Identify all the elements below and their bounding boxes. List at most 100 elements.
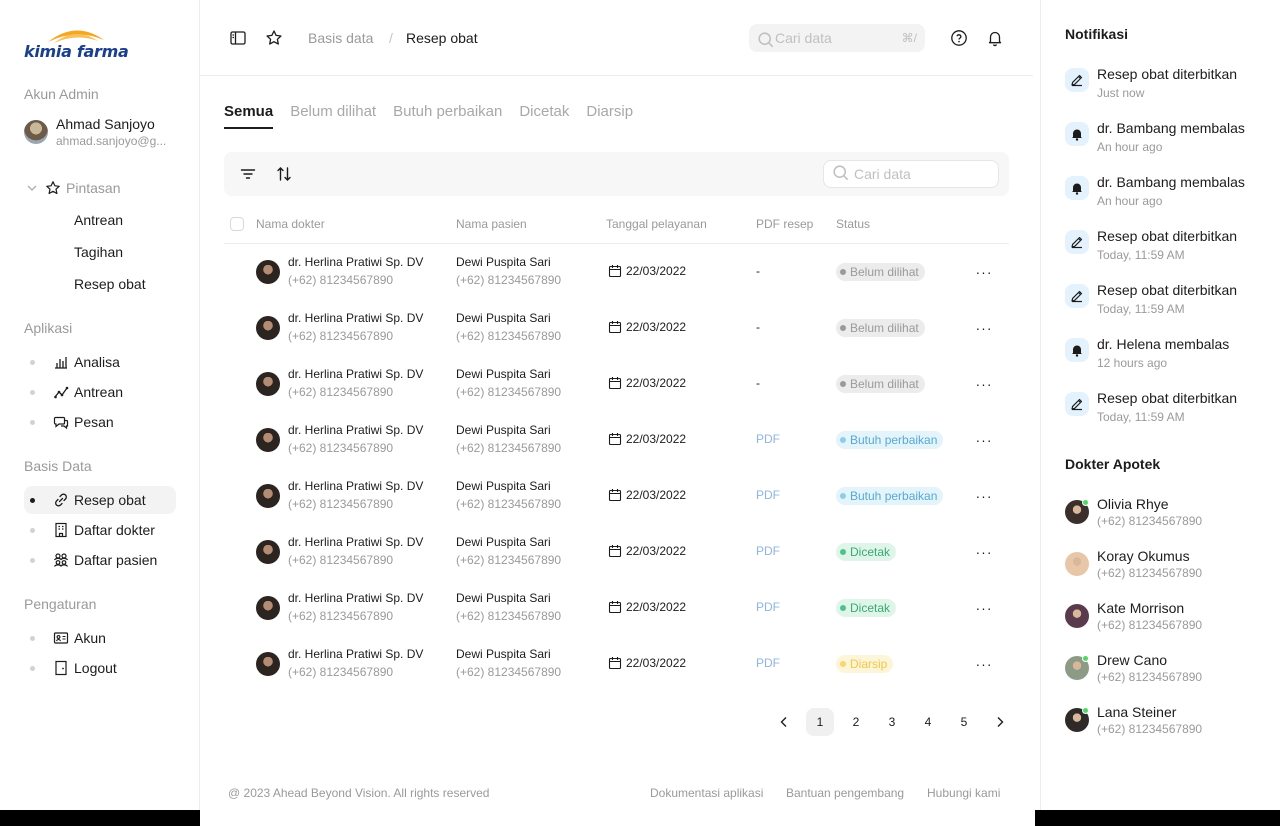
column-header-doctor[interactable]: Nama dokter (256, 217, 325, 231)
table-row[interactable]: dr. Herlina Pratiwi Sp. DV (+62) 81234567… (224, 300, 1009, 356)
global-search-input[interactable] (775, 30, 895, 46)
favorite-star-icon[interactable] (264, 28, 284, 48)
tab-butuh-perbaikan[interactable]: Butuh perbaikan (393, 103, 502, 127)
tab-dicetak[interactable]: Dicetak (519, 103, 569, 127)
sidebar-toggle-icon[interactable] (228, 28, 248, 48)
pdf-link[interactable]: PDF (756, 656, 780, 670)
table-row[interactable]: dr. Herlina Pratiwi Sp. DV (+62) 81234567… (224, 412, 1009, 468)
sidebar-item-daftar-dokter[interactable]: Daftar dokter (24, 516, 176, 544)
notifications-title: Notifikasi (1065, 26, 1129, 42)
pdf-link[interactable]: PDF (756, 432, 780, 446)
calendar-icon (608, 600, 626, 614)
pdf-link[interactable]: PDF (756, 600, 780, 614)
sidebar-item-daftar-pasien[interactable]: Daftar pasien (24, 546, 176, 574)
notification-item[interactable]: dr. Bambang membalas An hour ago (1065, 120, 1265, 164)
global-search[interactable]: ⌘/ (749, 24, 925, 52)
doctor-contact[interactable]: Olivia Rhye (+62) 81234567890 (1065, 496, 1265, 536)
footer-link-docs[interactable]: Dokumentasi aplikasi (650, 786, 763, 800)
page-button-5[interactable]: 5 (950, 708, 978, 736)
bell-icon[interactable] (985, 28, 1005, 48)
notification-item[interactable]: Resep obat diterbitkan Today, 11:59 AM (1065, 228, 1265, 272)
page-button-4[interactable]: 4 (914, 708, 942, 736)
select-all-checkbox[interactable] (230, 217, 244, 231)
tab-semua[interactable]: Semua (224, 103, 274, 129)
filter-icon[interactable] (238, 164, 258, 184)
more-options-icon[interactable]: ··· (974, 542, 994, 562)
notification-time: Just now (1097, 86, 1145, 100)
page-button-3[interactable]: 3 (878, 708, 906, 736)
column-header-patient[interactable]: Nama pasien (456, 217, 527, 231)
doctor-phone: (+62) 81234567890 (288, 273, 394, 287)
notification-time: Today, 11:59 AM (1097, 302, 1185, 316)
shortcut-item-resep-obat[interactable]: Resep obat (74, 276, 146, 292)
notification-item[interactable]: dr. Bambang membalas An hour ago (1065, 174, 1265, 218)
notification-item[interactable]: dr. Helena membalas 12 hours ago (1065, 336, 1265, 380)
table-search[interactable] (823, 160, 999, 188)
pdf-empty: - (756, 264, 760, 278)
tab-diarsip[interactable]: Diarsip (586, 103, 633, 127)
more-options-icon[interactable]: ··· (974, 318, 994, 338)
page-button-2[interactable]: 2 (842, 708, 870, 736)
sidebar-item-resep-obat[interactable]: Resep obat (24, 486, 176, 514)
column-header-date[interactable]: Tanggal pelayanan (606, 217, 707, 231)
column-header-pdf[interactable]: PDF resep (756, 217, 813, 231)
more-options-icon[interactable]: ··· (974, 654, 994, 674)
shortcuts-toggle[interactable]: Pintasan (24, 174, 176, 202)
current-user[interactable]: Ahmad Sanjoyo ahmad.sanjoyo@g... (24, 116, 184, 150)
sidebar-item-label: Antrean (74, 384, 124, 400)
user-name: Ahmad Sanjoyo (56, 116, 155, 132)
more-options-icon[interactable]: ··· (974, 430, 994, 450)
more-options-icon[interactable]: ··· (974, 598, 994, 618)
table-header: Nama dokter Nama pasien Tanggal pelayana… (224, 204, 1009, 244)
prev-page-icon[interactable] (770, 708, 798, 736)
patient-phone: (+62) 81234567890 (456, 441, 562, 455)
shortcut-item-tagihan[interactable]: Tagihan (74, 244, 123, 260)
table-search-input[interactable] (854, 166, 994, 182)
sidebar-item-logout[interactable]: Logout (24, 654, 176, 682)
pagination: 1 2 3 4 5 (770, 708, 1022, 736)
footer-link-contact[interactable]: Hubungi kami (927, 786, 1000, 800)
status-badge: Diarsip (836, 655, 894, 673)
table-row[interactable]: dr. Herlina Pratiwi Sp. DV (+62) 81234567… (224, 524, 1009, 580)
doctor-contact[interactable]: Koray Okumus (+62) 81234567890 (1065, 548, 1265, 588)
shortcut-item-antrean[interactable]: Antrean (74, 212, 123, 228)
calendar-icon (608, 488, 626, 502)
page-button-1[interactable]: 1 (806, 708, 834, 736)
doctor-contact[interactable]: Drew Cano (+62) 81234567890 (1065, 652, 1265, 692)
brand-logo[interactable]: kimia farma (24, 24, 134, 64)
sidebar-item-analisa[interactable]: Analisa (24, 348, 176, 376)
table-row[interactable]: dr. Herlina Pratiwi Sp. DV (+62) 81234567… (224, 580, 1009, 636)
service-date: 22/03/2022 (608, 320, 686, 334)
sidebar-item-akun[interactable]: Akun (24, 624, 176, 652)
notification-item[interactable]: Resep obat diterbitkan Today, 11:59 AM (1065, 390, 1265, 434)
column-header-status[interactable]: Status (836, 217, 870, 231)
sidebar-item-pesan[interactable]: Pesan (24, 408, 176, 436)
sidebar-item-antrean[interactable]: Antrean (24, 378, 176, 406)
notification-text: dr. Bambang membalas (1097, 174, 1245, 190)
pdf-link[interactable]: PDF (756, 544, 780, 558)
right-panel: Notifikasi Resep obat diterbitkan Just no… (1040, 0, 1280, 810)
more-options-icon[interactable]: ··· (974, 374, 994, 394)
table-row[interactable]: dr. Herlina Pratiwi Sp. DV (+62) 81234567… (224, 244, 1009, 300)
breadcrumb-basis-data[interactable]: Basis data (308, 30, 373, 46)
doctor-contact[interactable]: Lana Steiner (+62) 81234567890 (1065, 704, 1265, 744)
footer-link-dev-help[interactable]: Bantuan pengembang (786, 786, 904, 800)
table-row[interactable]: dr. Herlina Pratiwi Sp. DV (+62) 81234567… (224, 468, 1009, 524)
table-row[interactable]: dr. Herlina Pratiwi Sp. DV (+62) 81234567… (224, 356, 1009, 412)
next-page-icon[interactable] (986, 708, 1014, 736)
doctor-contact-phone: (+62) 81234567890 (1097, 722, 1203, 736)
notification-item[interactable]: Resep obat diterbitkan Just now (1065, 66, 1265, 110)
doctor-contact[interactable]: Kate Morrison (+62) 81234567890 (1065, 600, 1265, 640)
status-badge: Butuh perbaikan (836, 487, 944, 505)
table-row[interactable]: dr. Herlina Pratiwi Sp. DV (+62) 81234567… (224, 636, 1009, 692)
help-icon[interactable] (949, 28, 969, 48)
sort-icon[interactable] (274, 164, 294, 184)
screen-edge-right (1035, 810, 1280, 826)
service-date: 22/03/2022 (608, 264, 686, 278)
pdf-link[interactable]: PDF (756, 488, 780, 502)
patient-phone: (+62) 81234567890 (456, 665, 562, 679)
tab-belum-dilihat[interactable]: Belum dilihat (290, 103, 376, 127)
more-options-icon[interactable]: ··· (974, 262, 994, 282)
more-options-icon[interactable]: ··· (974, 486, 994, 506)
notification-item[interactable]: Resep obat diterbitkan Today, 11:59 AM (1065, 282, 1265, 326)
